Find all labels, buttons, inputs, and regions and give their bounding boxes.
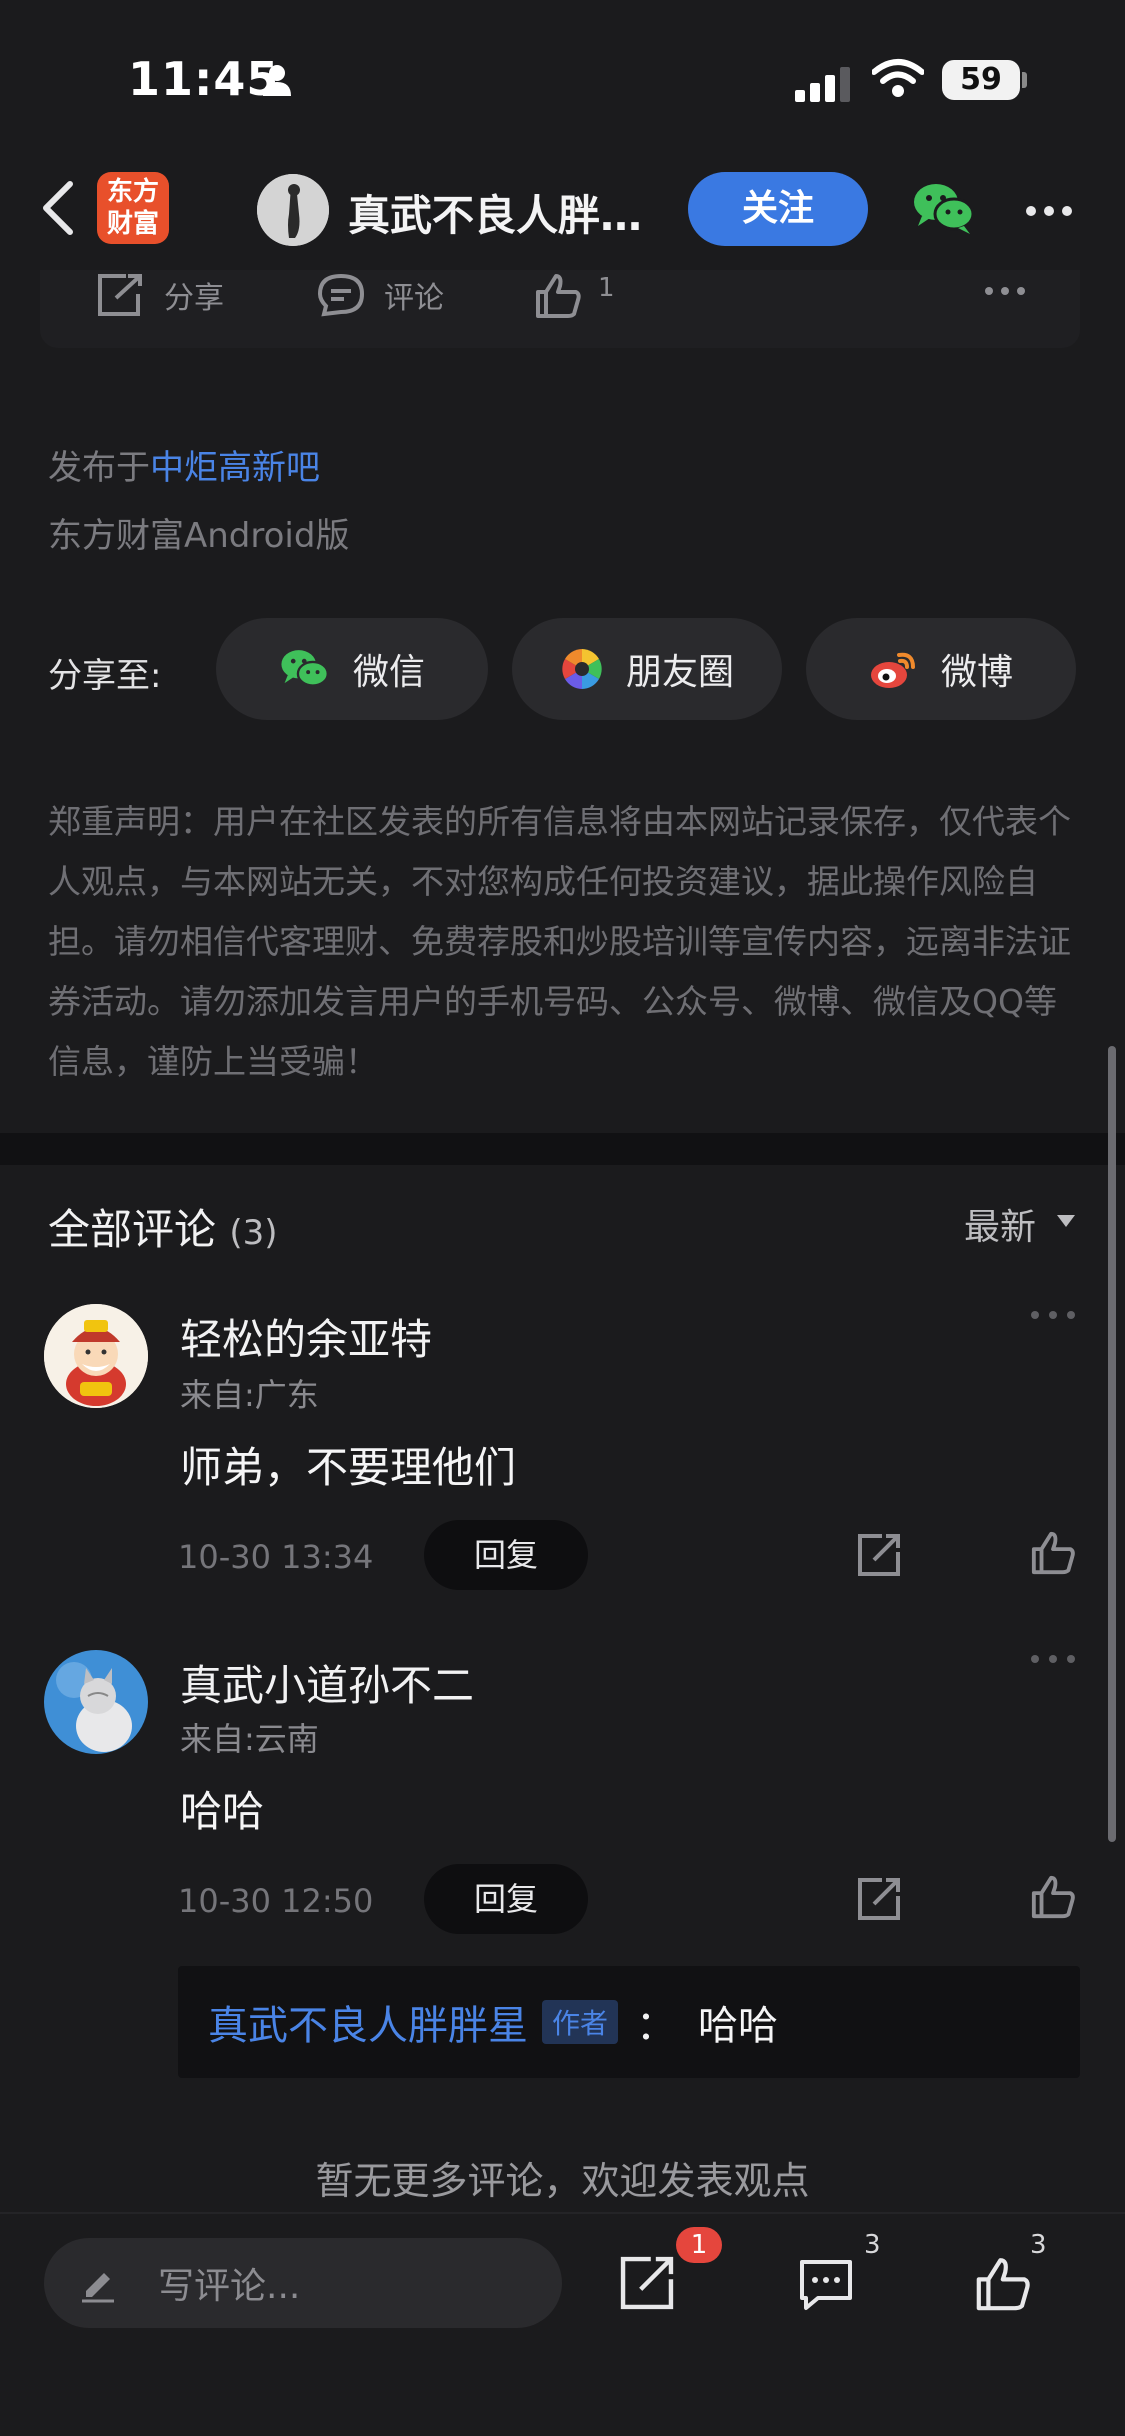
reply-text: 哈哈 — [698, 2003, 779, 2049]
scrollbar[interactable] — [1108, 1046, 1116, 1842]
dropdown-arrow-icon[interactable] — [1056, 1214, 1076, 1228]
share-comment-icon[interactable] — [856, 1532, 902, 1578]
more-options-icon[interactable] — [1025, 205, 1073, 217]
share-moments-button[interactable]: 朋友圈 — [512, 618, 782, 720]
wechat-icon — [279, 647, 331, 691]
follow-button[interactable]: 关注 — [688, 172, 868, 246]
author-avatar[interactable] — [257, 174, 329, 246]
like-comment-icon[interactable] — [1030, 1528, 1078, 1576]
like-comment-icon[interactable] — [1030, 1872, 1078, 1920]
battery-tip — [1022, 72, 1027, 88]
reply-colon: ： — [636, 2003, 677, 2049]
no-more-comments: 暂无更多评论，欢迎发表观点 — [315, 2159, 810, 2203]
commenter-location: 来自:云南 — [180, 1720, 319, 1758]
share-icon — [96, 272, 146, 318]
share-to-label: 分享至: — [48, 656, 162, 696]
thumbs-up-icon[interactable] — [974, 2254, 1034, 2312]
comment-time: 10-30 12:50 — [178, 1882, 374, 1920]
section-divider — [0, 1133, 1125, 1165]
sort-dropdown[interactable]: 最新 — [964, 1198, 1036, 1250]
reply-button[interactable]: 回复 — [424, 1864, 588, 1934]
disclaimer-text: 郑重声明：用户在社区发表的所有信息将由本网站记录保存，仅代表个人观点，与本网站无… — [48, 802, 1071, 1081]
author-name[interactable]: 真武不良人胖… — [348, 182, 642, 243]
comment-more-icon[interactable] — [1030, 1654, 1076, 1664]
share-icon[interactable] — [618, 2254, 676, 2312]
post-comment-button[interactable]: 评论 — [316, 270, 444, 320]
comment-input-placeholder: 写评论... — [158, 2266, 301, 2307]
wechat-icon[interactable] — [912, 180, 976, 236]
commenter-name[interactable]: 真武小道孙不二 — [180, 1652, 474, 1713]
share-comment-icon[interactable] — [856, 1876, 902, 1922]
share-weibo-label: 微博 — [940, 652, 1013, 693]
commenter-location: 来自:广东 — [180, 1376, 319, 1414]
like-count: 3 — [1030, 2230, 1047, 2260]
author-reply[interactable]: 真武不良人胖胖星 作者 ： 哈哈 — [178, 1966, 1080, 2078]
share-badge: 1 — [676, 2227, 722, 2263]
comments-header: 全部评论 (3) — [48, 1196, 278, 1257]
client-info: 东方财富Android版 — [48, 516, 350, 556]
battery-indicator: 59 — [942, 60, 1020, 100]
reply-button[interactable]: 回复 — [424, 1520, 588, 1590]
share-wechat-label: 微信 — [352, 652, 425, 693]
thumbs-up-icon — [534, 272, 584, 318]
posted-in: 发布于中炬高新吧 — [48, 440, 320, 489]
share-weibo-button[interactable]: 微博 — [806, 618, 1076, 720]
wifi-icon — [872, 58, 924, 98]
post-like-count: 1 — [598, 273, 615, 303]
comments-title: 全部评论 — [48, 1205, 217, 1254]
status-time: 11:45 — [128, 52, 280, 106]
comment-icon[interactable] — [796, 2256, 856, 2314]
comment-icon — [316, 272, 366, 318]
comment-input[interactable]: 写评论... — [44, 2238, 562, 2328]
post-share-label: 分享 — [164, 281, 224, 316]
post-more-icon[interactable] — [984, 286, 1026, 296]
app-logo[interactable]: 东方 财富 — [97, 172, 169, 244]
comment-time: 10-30 13:34 — [178, 1538, 374, 1576]
comment-more-icon[interactable] — [1030, 1310, 1076, 1320]
share-moments-label: 朋友圈 — [625, 652, 734, 693]
app-logo-line2: 财富 — [106, 209, 159, 239]
post-like-button[interactable]: 1 — [534, 270, 615, 320]
posted-in-prefix: 发布于 — [48, 448, 150, 488]
commenter-name[interactable]: 轻松的余亚特 — [180, 1306, 432, 1367]
author-badge: 作者 — [542, 2000, 619, 2044]
comments-count: (3) — [229, 1213, 278, 1253]
moments-icon — [560, 647, 604, 691]
commenter-avatar[interactable] — [44, 1304, 148, 1408]
comment-text: 哈哈 — [180, 1787, 265, 1836]
app-logo-line1: 东方 — [106, 177, 159, 207]
bar-link[interactable]: 中炬高新吧 — [150, 448, 320, 488]
comment-count: 3 — [864, 2230, 881, 2260]
reply-author-name[interactable]: 真武不良人胖胖星 — [208, 1993, 528, 2051]
commenter-avatar[interactable] — [44, 1650, 148, 1754]
person-icon — [262, 64, 292, 96]
post-comment-label: 评论 — [384, 281, 444, 316]
comment-text: 师弟，不要理他们 — [180, 1443, 517, 1492]
post-share-button[interactable]: 分享 — [96, 270, 224, 320]
share-wechat-button[interactable]: 微信 — [216, 618, 488, 720]
back-icon[interactable] — [40, 180, 74, 236]
cellular-signal-icon — [795, 66, 853, 102]
pencil-icon — [78, 2263, 118, 2303]
weibo-icon — [869, 647, 919, 691]
